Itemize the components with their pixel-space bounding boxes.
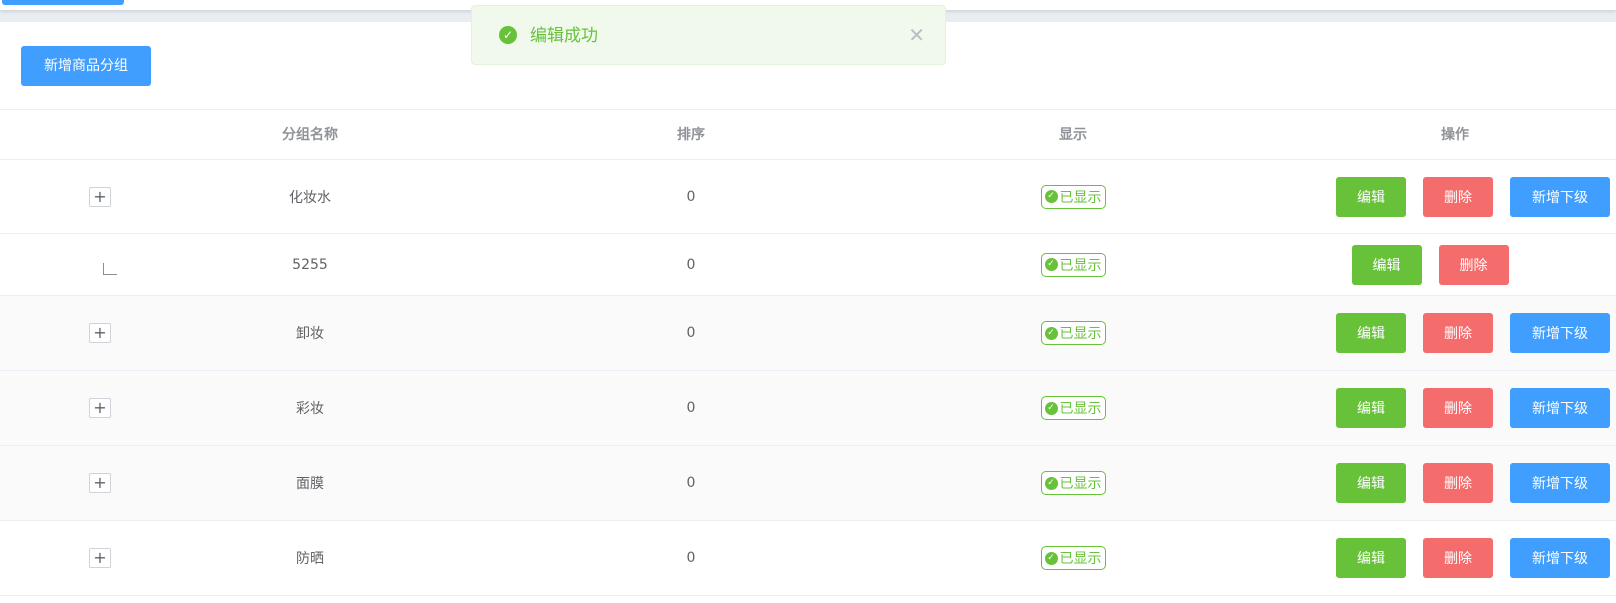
edit-button[interactable]: 编辑 — [1336, 176, 1406, 217]
table-row: 5255 0 ✓ 已显示 编辑 删除 — [0, 234, 1616, 296]
ops-group: 编辑 删除 新增下级 — [1300, 388, 1610, 428]
close-icon[interactable]: ✕ — [908, 6, 925, 66]
sort-value: 0 — [686, 475, 696, 491]
add-child-button[interactable]: 新增下级 — [1510, 538, 1610, 578]
table-row: + 彩妆 0 ✓ 已显示 编辑 删除 新增下级 — [0, 371, 1616, 446]
group-name: 5255 — [292, 256, 328, 273]
status-badge: ✓ 已显示 — [1040, 471, 1106, 495]
ops-cell: 编辑 删除 — [1300, 234, 1610, 295]
show-cell: ✓ 已显示 — [973, 234, 1173, 295]
header-ops: 操作 — [1441, 127, 1469, 143]
delete-button[interactable]: 删除 — [1423, 463, 1493, 503]
check-circle-icon: ✓ — [499, 26, 517, 44]
header-show: 显示 — [1059, 127, 1087, 143]
group-name: 防晒 — [296, 551, 324, 567]
check-circle-icon: ✓ — [1044, 401, 1058, 415]
status-label: 已显示 — [1059, 257, 1102, 274]
delete-button[interactable]: 删除 — [1423, 388, 1493, 428]
ops-group: 编辑 删除 新增下级 — [1300, 313, 1610, 353]
add-child-button[interactable]: 新增下级 — [1510, 388, 1610, 428]
expand-plus-icon[interactable]: + — [89, 548, 111, 568]
ops-cell: 编辑 删除 新增下级 — [1300, 521, 1610, 595]
table-header: 分组名称 排序 显示 操作 — [0, 109, 1616, 160]
group-name: 化妆水 — [289, 189, 331, 206]
sort-value: 0 — [686, 188, 696, 205]
expand-cell: + — [60, 521, 140, 595]
sort-value: 0 — [686, 550, 696, 566]
check-circle-icon: ✓ — [1044, 326, 1058, 340]
status-badge: ✓ 已显示 — [1040, 252, 1106, 277]
ops-group: 编辑 删除 新增下级 — [1300, 463, 1610, 503]
group-name: 彩妆 — [296, 401, 324, 417]
group-name: 面膜 — [296, 476, 324, 492]
sort-value: 0 — [686, 256, 696, 273]
status-label: 已显示 — [1059, 551, 1102, 567]
group-name: 卸妆 — [296, 326, 324, 342]
expand-cell: + — [60, 371, 140, 445]
header-group-name: 分组名称 — [282, 127, 338, 143]
ops-cell: 编辑 删除 新增下级 — [1300, 371, 1610, 445]
expand-cell: + — [60, 296, 140, 370]
expand-plus-icon[interactable]: + — [89, 323, 111, 343]
edit-button[interactable]: 编辑 — [1336, 388, 1406, 428]
check-circle-icon: ✓ — [1044, 476, 1058, 490]
ops-cell: 编辑 删除 新增下级 — [1300, 160, 1610, 233]
check-circle-icon: ✓ — [1044, 551, 1058, 565]
edit-button[interactable]: 编辑 — [1351, 244, 1422, 285]
sort-value: 0 — [686, 400, 696, 416]
delete-button[interactable]: 删除 — [1438, 244, 1509, 285]
expand-plus-icon[interactable]: + — [89, 186, 111, 207]
header-sort: 排序 — [677, 127, 705, 143]
top-nav-button-edge[interactable] — [2, 0, 124, 5]
show-cell: ✓ 已显示 — [973, 446, 1173, 520]
show-cell: ✓ 已显示 — [973, 160, 1173, 233]
delete-button[interactable]: 删除 — [1423, 176, 1493, 217]
table-row: + 卸妆 0 ✓ 已显示 编辑 删除 新增下级 — [0, 296, 1616, 371]
toast-message: 编辑成功 — [530, 26, 598, 46]
tree-branch-icon — [103, 262, 117, 275]
status-badge: ✓ 已显示 — [1040, 184, 1106, 209]
delete-button[interactable]: 删除 — [1423, 313, 1493, 353]
table-row: + 化妆水 0 ✓ 已显示 编辑 删除 新增下级 — [0, 160, 1616, 234]
table-body: + 化妆水 0 ✓ 已显示 编辑 删除 新增下级 5255 0 ✓ 已显示 编辑 删除 + 卸妆 0 ✓ 已显示 编辑… — [0, 160, 1616, 596]
expand-plus-icon[interactable]: + — [89, 398, 111, 418]
table-row: + 面膜 0 ✓ 已显示 编辑 删除 新增下级 — [0, 446, 1616, 521]
add-child-button[interactable]: 新增下级 — [1510, 463, 1610, 503]
expand-cell: + — [60, 160, 140, 233]
delete-button[interactable]: 删除 — [1423, 538, 1493, 578]
expand-cell — [60, 234, 140, 295]
show-cell: ✓ 已显示 — [973, 521, 1173, 595]
group-table: 分组名称 排序 显示 操作 + 化妆水 0 ✓ 已显示 编辑 删除 新增下级 5255 0 ✓ 已显示… — [0, 109, 1616, 596]
edit-button[interactable]: 编辑 — [1336, 538, 1406, 578]
status-label: 已显示 — [1059, 189, 1102, 206]
ops-group: 编辑 删除 新增下级 — [1300, 176, 1610, 217]
ops-cell: 编辑 删除 新增下级 — [1300, 296, 1610, 370]
edit-button[interactable]: 编辑 — [1336, 463, 1406, 503]
expand-cell: + — [60, 446, 140, 520]
check-circle-icon: ✓ — [1044, 258, 1058, 271]
status-badge: ✓ 已显示 — [1040, 546, 1106, 570]
show-cell: ✓ 已显示 — [973, 371, 1173, 445]
status-label: 已显示 — [1059, 326, 1102, 342]
status-badge: ✓ 已显示 — [1040, 396, 1106, 420]
add-child-button[interactable]: 新增下级 — [1510, 176, 1610, 217]
edit-button[interactable]: 编辑 — [1336, 313, 1406, 353]
ops-group: 编辑 删除 — [1300, 244, 1610, 285]
status-label: 已显示 — [1059, 476, 1102, 492]
ops-group: 编辑 删除 新增下级 — [1300, 538, 1610, 578]
check-circle-icon: ✓ — [1044, 190, 1058, 203]
expand-plus-icon[interactable]: + — [89, 473, 111, 493]
add-child-button[interactable]: 新增下级 — [1510, 313, 1610, 353]
ops-cell: 编辑 删除 新增下级 — [1300, 446, 1610, 520]
show-cell: ✓ 已显示 — [973, 296, 1173, 370]
sort-value: 0 — [686, 325, 696, 341]
status-label: 已显示 — [1059, 401, 1102, 417]
add-product-group-button[interactable]: 新增商品分组 — [21, 46, 151, 86]
status-badge: ✓ 已显示 — [1040, 321, 1106, 345]
table-row: + 防晒 0 ✓ 已显示 编辑 删除 新增下级 — [0, 521, 1616, 596]
success-toast: ✓ 编辑成功 ✕ — [471, 5, 946, 65]
